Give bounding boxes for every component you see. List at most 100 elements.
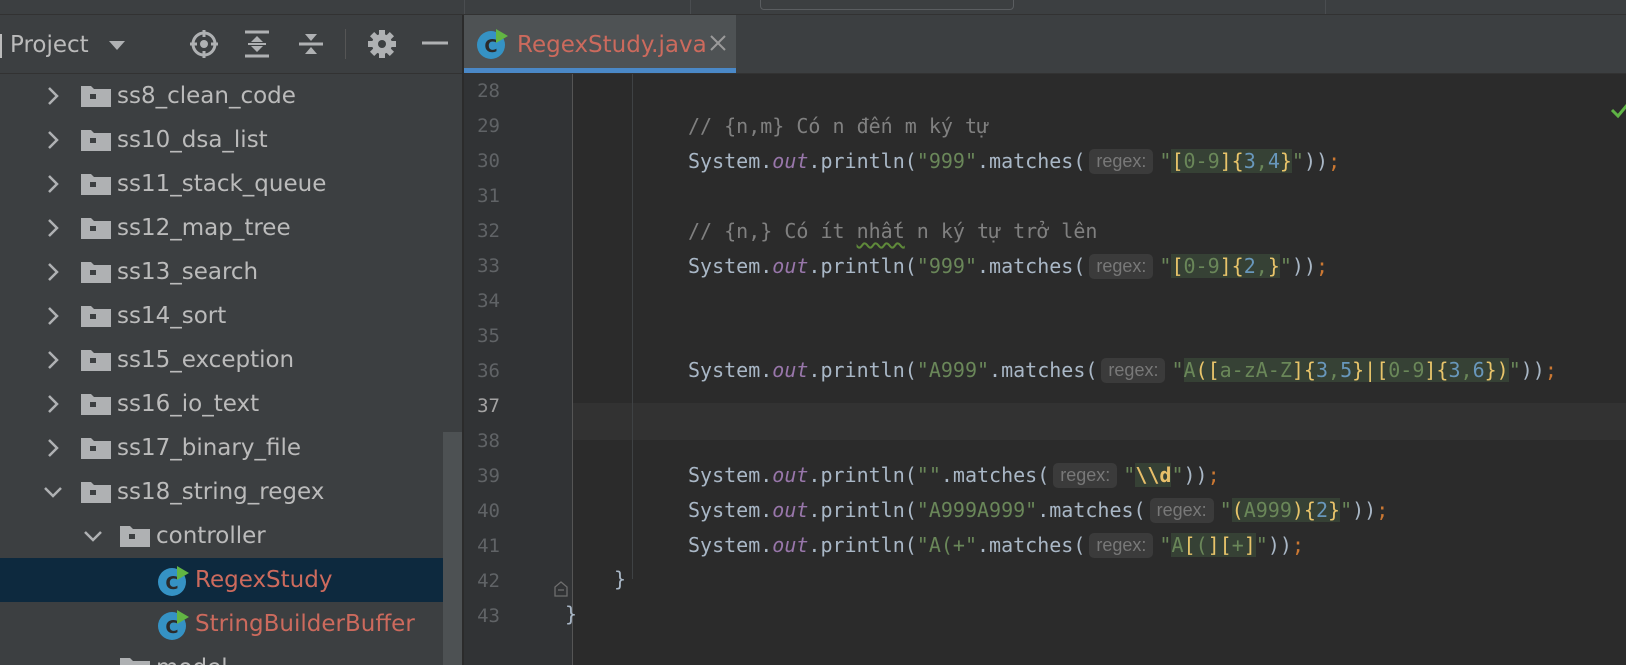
code-token: )) [1183, 463, 1208, 487]
tree-item-label: RegexStudy [195, 567, 333, 593]
project-tree-scrollbar[interactable] [443, 432, 462, 665]
divider [690, 0, 691, 14]
current-line-highlight [573, 403, 1626, 440]
code-line-40: System.out.println("A999A999".matches(re… [688, 498, 1389, 523]
close-icon[interactable] [707, 32, 729, 54]
inlay-hint: regex: [1089, 149, 1154, 174]
tree-item-ss8-clean-code[interactable]: ss8_clean_code [0, 74, 462, 118]
tree-item-label: ss14_sort [117, 303, 227, 329]
tree-item-model[interactable]: model [0, 646, 462, 665]
string-literal: "" [916, 463, 941, 487]
code-token: ; [1291, 533, 1304, 557]
code-line-30: System.out.println("999".matches(regex: "… [688, 149, 1341, 174]
tree-item-ss16-io-text[interactable]: ss16_io_text [0, 382, 462, 426]
folder-icon [81, 350, 111, 371]
package-folder-icon [120, 658, 150, 665]
tree-item-ss17-binary-file[interactable]: ss17_binary_file [0, 426, 462, 470]
collapse-all-icon[interactable] [294, 29, 328, 59]
tree-item-ss11-stack-queue[interactable]: ss11_stack_queue [0, 162, 462, 206]
inspection-ok-icon[interactable] [1610, 98, 1626, 122]
tree-item-ss10-dsa-list[interactable]: ss10_dsa_list [0, 118, 462, 162]
folder-icon [81, 130, 111, 151]
tab-label: RegexStudy.java [517, 32, 707, 58]
tree-item-stringbuilderbuffer[interactable]: C StringBuilderBuffer [0, 602, 462, 646]
code-token: )) [1303, 149, 1329, 173]
line-number: 40 [477, 500, 500, 522]
chevron-right-icon[interactable] [42, 437, 64, 459]
folder-icon [81, 438, 111, 459]
code-line-41: System.out.println("A(+".matches(regex: "… [688, 533, 1304, 558]
code-token: .matches( [989, 358, 1098, 382]
fold-end-icon[interactable] [554, 581, 568, 597]
code-token: .println( [808, 149, 917, 173]
tree-item-ss15-exception[interactable]: ss15_exception [0, 338, 462, 382]
inlay-hint: regex: [1101, 358, 1166, 383]
string-literal: "A999A999" [916, 498, 1038, 522]
tree-item-ss13-search[interactable]: ss13_search [0, 250, 462, 294]
chevron-right-icon[interactable] [42, 129, 64, 151]
line-number: 32 [477, 220, 500, 242]
chevron-down-icon[interactable] [82, 525, 104, 547]
minimize-icon[interactable] [418, 29, 452, 59]
chevron-right-icon[interactable] [42, 261, 64, 283]
chevron-right-icon[interactable] [42, 173, 64, 195]
code-line-33: System.out.println("999".matches(regex: "… [688, 254, 1329, 279]
code-token: .println( [808, 254, 917, 278]
tab-regexstudy-java[interactable]: C RegexStudy.java [464, 15, 736, 73]
chevron-right-icon[interactable] [42, 349, 64, 371]
tree-item-controller[interactable]: controller [0, 514, 462, 558]
chevron-right-icon[interactable] [42, 217, 64, 239]
code-line-42: } [614, 567, 626, 591]
code-editor[interactable]: 28 29 30 31 32 33 34 35 36 37 38 39 40 4… [464, 74, 1626, 665]
line-number: 41 [477, 535, 500, 557]
line-number: 31 [477, 185, 500, 207]
tree-item-label: ss17_binary_file [117, 435, 301, 461]
folder-icon [81, 482, 111, 503]
folder-icon [81, 394, 111, 415]
gutter-divider [572, 74, 573, 665]
expand-all-icon[interactable] [240, 29, 274, 59]
chevron-right-icon[interactable] [42, 393, 64, 415]
code-token: .println( [808, 533, 917, 557]
line-number: 39 [477, 465, 500, 487]
tree-item-label: ss8_clean_code [117, 83, 296, 109]
code-token: .matches( [977, 149, 1086, 173]
tree-item-ss12-map-tree[interactable]: ss12_map_tree [0, 206, 462, 250]
folder-icon [81, 174, 111, 195]
code-line-36: System.out.println("A999".matches(regex:… [688, 358, 1557, 383]
code-token: out [772, 463, 809, 487]
chevron-down-icon[interactable] [42, 481, 64, 503]
code-token: System. [688, 358, 773, 382]
code-token: .matches( [977, 533, 1086, 557]
chevron-right-icon[interactable] [42, 305, 64, 327]
crosshair-icon[interactable] [187, 29, 221, 59]
gear-icon[interactable] [365, 29, 399, 59]
tree-item-label: controller [156, 523, 266, 549]
active-tab-indicator [464, 68, 736, 73]
indent-guide [632, 74, 633, 579]
comment: n ký tự trở lên [904, 219, 1098, 243]
line-number: 38 [477, 430, 500, 452]
folder-icon [81, 306, 111, 327]
closing-brace: } [614, 567, 627, 591]
chevron-right-icon[interactable] [42, 85, 64, 107]
code-token: ; [1316, 254, 1329, 278]
code-token: out [772, 498, 809, 522]
top-field[interactable] [760, 0, 1014, 10]
tree-item-ss14-sort[interactable]: ss14_sort [0, 294, 462, 338]
chevron-down-icon[interactable] [100, 29, 134, 59]
tree-item-regexstudy[interactable]: C RegexStudy [0, 558, 462, 602]
editor-tab-bar: C RegexStudy.java [464, 15, 1626, 74]
project-panel-header: Project [0, 15, 462, 74]
code-line-39: System.out.println("".matches(regex: "\\d… [688, 463, 1220, 488]
code-token: ; [1376, 498, 1389, 522]
tree-item-label: ss18_string_regex [117, 479, 325, 505]
tree-item-ss18-string-regex[interactable]: ss18_string_regex [0, 470, 462, 514]
code-token: out [772, 254, 809, 278]
project-panel-title[interactable]: Project [0, 32, 89, 58]
tree-item-label: ss13_search [117, 259, 259, 285]
code-token: .println( [808, 463, 917, 487]
folder-icon [81, 262, 111, 283]
folder-icon [81, 218, 111, 239]
code-token: System. [688, 149, 773, 173]
